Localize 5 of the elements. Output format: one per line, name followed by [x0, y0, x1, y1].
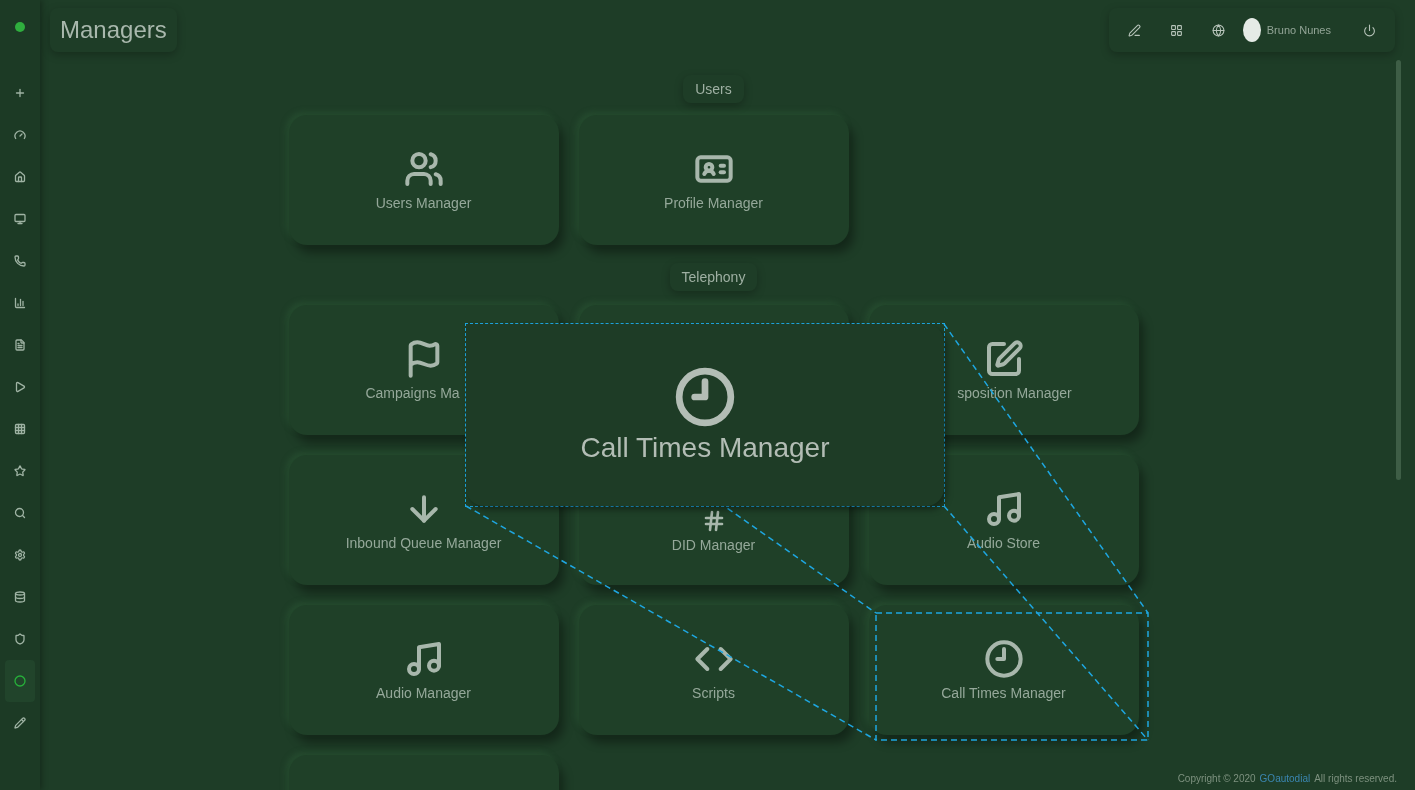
footer-text: Copyright © 2020: [1177, 773, 1256, 784]
footer-text: All rights reserved.: [1314, 773, 1397, 784]
page-title: Managers: [50, 8, 177, 52]
section-title: Telephony: [669, 263, 758, 291]
section-title: Users: [683, 75, 744, 103]
